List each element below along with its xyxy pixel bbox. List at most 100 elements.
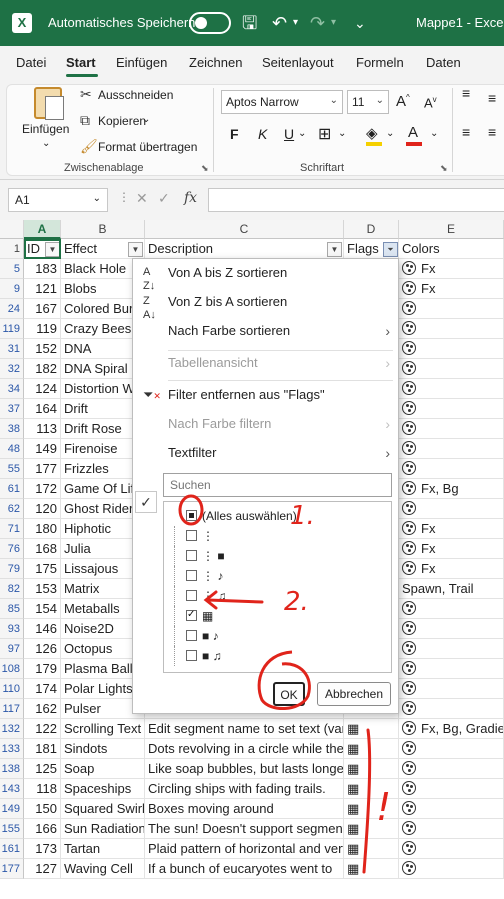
row-header[interactable]: 82 — [0, 579, 24, 599]
font-name-select[interactable]: Aptos Narrow ⌄ — [221, 90, 343, 114]
checkbox[interactable] — [186, 630, 197, 641]
row-header[interactable]: 133 — [0, 739, 24, 759]
cell-description[interactable]: Dots revolving in a circle while the — [145, 739, 344, 759]
row-header[interactable]: 61 — [0, 479, 24, 499]
filter-value-item[interactable]: ▦ — [164, 606, 384, 626]
cell-id[interactable]: 150 — [24, 799, 61, 819]
cell-flags[interactable]: ▦ — [344, 759, 399, 779]
cell-id[interactable]: 146 — [24, 619, 61, 639]
filter-value-item[interactable]: ■ ♪ — [164, 626, 384, 646]
column-header-a[interactable]: A — [24, 220, 61, 239]
cell-effect[interactable]: Sun Radiation — [61, 819, 145, 839]
cell-colors[interactable] — [399, 359, 504, 379]
column-header-d[interactable]: D — [344, 220, 399, 239]
row-header[interactable]: 79 — [0, 559, 24, 579]
row-header[interactable]: 5 — [0, 259, 24, 279]
column-header-b[interactable]: B — [61, 220, 145, 239]
filter-value-item[interactable]: ⋮ ♫ — [164, 586, 384, 606]
row-header[interactable]: 55 — [0, 459, 24, 479]
cell-id[interactable]: 113 — [24, 419, 61, 439]
undo-dropdown-icon[interactable]: ▾ — [293, 12, 298, 34]
header-cell-colors[interactable]: Colors — [399, 239, 504, 259]
cell-colors[interactable] — [399, 819, 504, 839]
cell-colors[interactable]: Fx — [399, 539, 504, 559]
row-header[interactable]: 155 — [0, 819, 24, 839]
clipboard-launcher-icon[interactable]: ⬊ — [201, 163, 209, 174]
row-header[interactable]: 71 — [0, 519, 24, 539]
copy-button[interactable]: Kopieren — [98, 114, 146, 128]
cell-id[interactable]: 175 — [24, 559, 61, 579]
cell-effect[interactable]: Sindots — [61, 739, 145, 759]
cancel-button[interactable]: Abbrechen — [317, 682, 391, 706]
row-header[interactable]: 161 — [0, 839, 24, 859]
borders-dropdown-icon[interactable]: ⌄ — [338, 128, 346, 139]
cell-effect[interactable]: Waving Cell — [61, 859, 145, 879]
save-icon[interactable]: 🖫 — [242, 12, 257, 34]
row-header[interactable]: 143 — [0, 779, 24, 799]
filter-dropdown-icon[interactable]: ▼ — [128, 242, 143, 257]
cell-colors[interactable] — [399, 619, 504, 639]
row-header[interactable]: 9 — [0, 279, 24, 299]
menu-text-filter[interactable]: Textfilter › — [133, 439, 398, 467]
cell-colors[interactable] — [399, 799, 504, 819]
row-header[interactable]: 108 — [0, 659, 24, 679]
row-header[interactable]: 37 — [0, 399, 24, 419]
increase-font-icon[interactable]: A^ — [396, 93, 410, 110]
cell-colors[interactable] — [399, 419, 504, 439]
cell-id[interactable]: 164 — [24, 399, 61, 419]
cell-id[interactable]: 173 — [24, 839, 61, 859]
row-header[interactable]: 34 — [0, 379, 24, 399]
cell-id[interactable]: 166 — [24, 819, 61, 839]
cell-flags[interactable]: ▦ — [344, 839, 399, 859]
undo-icon[interactable]: ↶ — [272, 12, 287, 34]
cell-colors[interactable] — [399, 339, 504, 359]
paste-button[interactable]: Einfügen — [22, 122, 69, 136]
select-all-corner[interactable] — [0, 220, 24, 239]
formula-input[interactable] — [208, 188, 504, 212]
cell-colors[interactable]: Fx, Bg, Gradient — [399, 719, 504, 739]
cell-effect[interactable]: Scrolling Text — [61, 719, 145, 739]
filter-value-item[interactable]: ■ ♫ — [164, 646, 384, 666]
cell-id[interactable]: 182 — [24, 359, 61, 379]
underline-button[interactable]: U — [284, 126, 294, 142]
align-middle-icon[interactable]: ≡ — [488, 90, 496, 106]
cell-colors[interactable] — [399, 499, 504, 519]
cell-description[interactable]: Plaid pattern of horizontal and vertical — [145, 839, 344, 859]
borders-icon[interactable]: ⊞ — [318, 124, 331, 144]
cell-colors[interactable] — [399, 779, 504, 799]
checkbox[interactable] — [186, 650, 197, 661]
cell-colors[interactable] — [399, 839, 504, 859]
insert-function-button[interactable]: fx — [184, 190, 197, 206]
cell-colors[interactable] — [399, 299, 504, 319]
format-painter-button[interactable]: Format übertragen — [98, 140, 197, 154]
cell-colors[interactable]: Fx — [399, 279, 504, 299]
cell-colors[interactable] — [399, 739, 504, 759]
checkbox[interactable] — [186, 570, 197, 581]
menu-remove-filter[interactable]: ⏷✕ Filter entfernen aus "Flags" — [133, 381, 398, 409]
tab-datei[interactable]: Datei — [16, 55, 46, 70]
cell-id[interactable]: 122 — [24, 719, 61, 739]
cell-colors[interactable]: Fx, Bg — [399, 479, 504, 499]
cell-colors[interactable]: Fx — [399, 519, 504, 539]
filter-search-input[interactable] — [163, 473, 392, 497]
fill-color-icon[interactable]: ◈ — [366, 124, 378, 142]
checkbox[interactable] — [186, 530, 197, 541]
row-header[interactable]: 38 — [0, 419, 24, 439]
cell-id[interactable]: 172 — [24, 479, 61, 499]
cell-description[interactable]: Like soap bubbles, but lasts longer — [145, 759, 344, 779]
cell-id[interactable]: 180 — [24, 519, 61, 539]
cell-id[interactable]: 177 — [24, 459, 61, 479]
checkbox[interactable] — [186, 550, 197, 561]
row-header[interactable]: 97 — [0, 639, 24, 659]
paste-icon[interactable] — [34, 87, 64, 120]
ok-button[interactable]: OK — [273, 682, 305, 706]
enter-icon[interactable]: ✓ — [158, 190, 170, 207]
font-launcher-icon[interactable]: ⬊ — [440, 163, 448, 174]
cell-colors[interactable]: Spawn, Trail — [399, 579, 504, 599]
cancel-icon[interactable]: ✕ — [136, 190, 148, 207]
tab-formeln[interactable]: Formeln — [356, 55, 404, 70]
cell-effect[interactable]: Soap — [61, 759, 145, 779]
row-header[interactable]: 149 — [0, 799, 24, 819]
filter-select-all-item[interactable]: (Alles auswählen) — [164, 506, 384, 526]
cell-flags[interactable]: ▦ — [344, 779, 399, 799]
